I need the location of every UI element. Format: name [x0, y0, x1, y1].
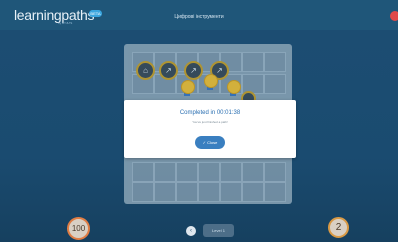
grid-cell[interactable] [242, 182, 264, 202]
close-dialog-button[interactable]: ✓ Close [195, 136, 225, 149]
grid-cell[interactable] [264, 52, 286, 72]
logo-subtitle: by BYJU'S [58, 21, 73, 25]
close-app-button[interactable] [390, 11, 398, 21]
page-title: Цифрові інструменти [174, 14, 224, 20]
grid-cell[interactable] [132, 162, 154, 182]
completion-title: Completed in 00:01:38 [179, 110, 241, 116]
grid-cell[interactable] [264, 74, 286, 94]
medal-icon [227, 80, 241, 96]
path-chip[interactable]: ↗ [159, 61, 178, 80]
level-selector[interactable]: Level 1 [203, 224, 234, 237]
grid-cell[interactable] [242, 162, 264, 182]
grid-cell[interactable] [154, 162, 176, 182]
grid-cell[interactable] [198, 182, 220, 202]
grid-cell[interactable] [176, 162, 198, 182]
grid-cell[interactable] [176, 182, 198, 202]
grid-cell[interactable] [132, 182, 154, 202]
arrow-icon: ↗ [165, 66, 172, 75]
grid-cell[interactable] [220, 182, 242, 202]
top-bar: learningpaths by BYJU'S BETA Цифрові інс… [0, 0, 398, 31]
grid-cell[interactable] [242, 52, 264, 72]
path-chip[interactable]: ↗ [184, 61, 203, 80]
completion-subtitle: You've just finished a path! [192, 120, 228, 124]
score-counter: 100 [67, 217, 90, 240]
grid-cell[interactable] [154, 182, 176, 202]
arrow-icon: ↗ [190, 66, 197, 75]
medal-icon [181, 80, 195, 96]
grid-cell[interactable] [264, 162, 286, 182]
level-counter: 2 [328, 217, 349, 238]
home-icon: ⌂ [143, 66, 148, 75]
previous-button[interactable]: ‹ [186, 226, 196, 236]
medal-icon [204, 74, 218, 90]
path-chip[interactable]: ⌂ [136, 61, 155, 80]
grid-cell[interactable] [264, 182, 286, 202]
grid-cell[interactable] [220, 162, 242, 182]
completion-dialog: Completed in 00:01:38 You've just finish… [124, 100, 296, 158]
grid-cell[interactable] [198, 162, 220, 182]
